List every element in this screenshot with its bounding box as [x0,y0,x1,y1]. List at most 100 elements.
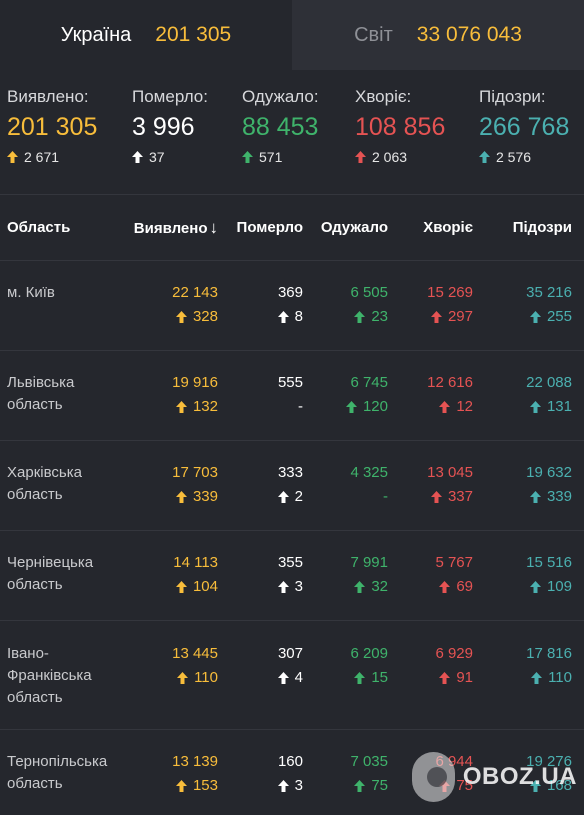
cell-deaths: 307 4 [233,643,303,689]
cell-recovered: 7 991 32 [308,552,388,598]
tab-ukraine[interactable]: Україна 201 305 [0,0,292,70]
sick-delta-value: 337 [447,488,473,505]
header-region[interactable]: Область [7,210,70,245]
confirmed-delta: 110 [128,667,218,689]
arrow-up-icon [175,780,187,792]
sort-arrow-down-icon: ↓ [209,218,219,237]
deaths-delta-value: 2 [294,488,303,505]
deaths-value: 160 [277,753,303,770]
header-recovered[interactable]: Одужало [321,210,388,245]
cell-confirmed: 13 445 110 [128,643,218,689]
arrow-up-icon [529,581,541,593]
arrow-up-icon [277,672,289,684]
suspected-delta: 109 [482,576,572,598]
recovered-delta-value: 120 [362,398,388,415]
suspected-value: 15 516 [526,554,572,571]
deaths-delta: 3 [233,775,303,797]
arrow-up-icon [175,581,187,593]
recovered-value: 6 505 [350,284,388,301]
stat-suspected-value: 266 768 [479,113,570,141]
stat-suspected-label: Підозри: [479,87,546,106]
arrow-up-icon [175,491,187,503]
arrow-up-icon [175,311,187,323]
divider [0,440,584,441]
sick-delta: 12 [393,396,473,418]
stat-sick-label: Хворіє: [355,87,412,106]
cell-sick: 15 269 297 [393,282,473,328]
summary-stats: Виявлено: 201 305 2 671 Померло: 3 996 3… [0,86,584,186]
arrow-up-icon [277,491,289,503]
header-confirmed-label: Виявлено [133,220,208,237]
stat-confirmed-value: 201 305 [7,113,98,141]
recovered-delta: 32 [308,576,388,598]
confirmed-delta: 153 [128,775,218,797]
suspected-value: 22 088 [526,374,572,391]
sick-delta-value: 91 [456,669,473,686]
confirmed-value: 17 703 [172,464,218,481]
arrow-up-icon [439,581,451,593]
recovered-value: 4 325 [350,464,388,481]
stat-sick-delta-value: 2 063 [372,149,408,165]
suspected-delta-value: 109 [546,578,572,595]
region-name: м. Київ [7,284,55,301]
header-deaths[interactable]: Померло [237,210,303,245]
suspected-value: 17 816 [526,645,572,662]
stat-suspected-delta: 2 576 [479,148,569,166]
deaths-delta: - [233,396,303,418]
cell-deaths: 555 - [233,372,303,418]
suspected-value: 19 632 [526,464,572,481]
cell-deaths: 369 8 [233,282,303,328]
suspected-delta: 131 [482,396,572,418]
arrow-up-icon [355,151,366,163]
stat-confirmed-delta-value: 2 671 [24,149,60,165]
arrow-up-icon [242,151,253,163]
header-confirmed[interactable]: Виявлено ↓ [134,210,218,246]
tab-world-value: 33 076 043 [416,23,522,46]
suspected-delta-value: 110 [548,669,572,686]
sick-value: 5 767 [435,554,473,571]
tab-world[interactable]: Світ 33 076 043 [292,0,584,70]
deaths-value: 369 [277,284,303,301]
cell-suspected: 22 088 131 [482,372,572,418]
cell-deaths: 160 3 [233,751,303,797]
sick-value: 6 929 [435,645,473,662]
confirmed-delta-value: 104 [192,578,218,595]
confirmed-delta: 104 [128,576,218,598]
confirmed-value: 22 143 [172,284,218,301]
confirmed-value: 13 445 [172,645,218,662]
arrow-up-icon [430,491,442,503]
deaths-delta: 3 [233,576,303,598]
arrow-up-icon [277,780,289,792]
confirmed-value: 14 113 [173,554,218,571]
divider [0,350,584,351]
stat-deaths-delta: 37 [132,148,208,166]
header-sick[interactable]: Хворіє [423,210,473,245]
confirmed-delta-value: 339 [192,488,218,505]
arrow-up-icon [479,151,490,163]
suspected-value: 35 216 [526,284,572,301]
divider [0,194,584,195]
stat-deaths-value: 3 996 [132,113,195,141]
stat-recovered-delta-value: 571 [259,149,283,165]
recovered-delta: 23 [308,306,388,328]
region-name: Львівська область [7,374,75,413]
divider [0,260,584,261]
sick-delta: 337 [393,486,473,508]
header-suspected[interactable]: Підозри [513,210,572,245]
deaths-delta: 8 [233,306,303,328]
arrow-up-icon [132,151,143,163]
recovered-value: 6 745 [350,374,388,391]
confirmed-delta: 339 [128,486,218,508]
confirmed-value: 13 139 [172,753,218,770]
region-tabs: Україна 201 305 Світ 33 076 043 [0,0,584,70]
stat-recovered: Одужало: 88 453 571 [242,86,319,166]
arrow-up-icon [354,780,366,792]
arrow-up-icon [430,311,442,323]
arrow-up-icon [7,151,18,163]
arrow-up-icon [354,581,366,593]
confirmed-delta: 132 [128,396,218,418]
stat-sick-value: 108 856 [355,113,446,141]
recovered-delta: 75 [308,775,388,797]
recovered-delta-value: 23 [371,308,388,325]
tab-ukraine-label: Україна [60,23,132,46]
